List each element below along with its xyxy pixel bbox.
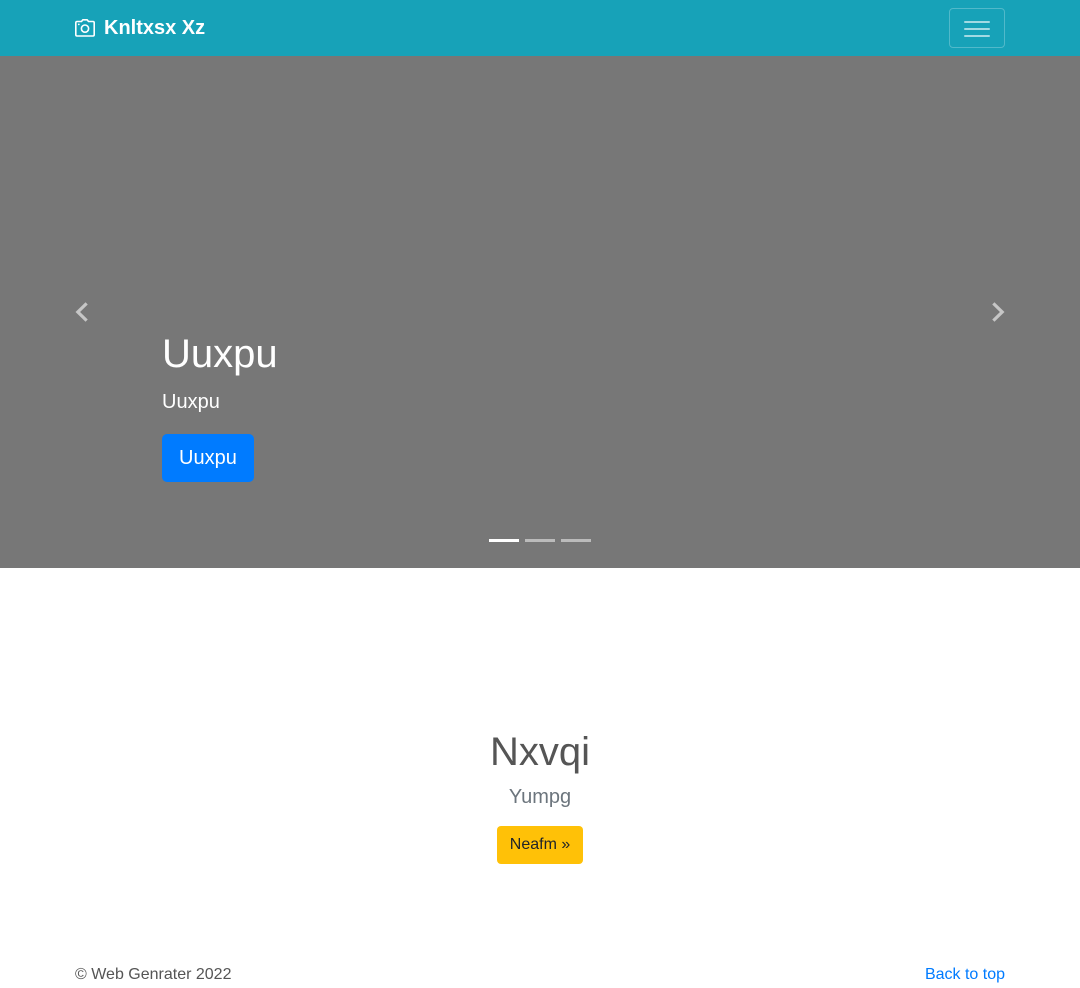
carousel-prev-control[interactable] [0, 56, 164, 568]
feature-subtitle: Yumpg [508, 786, 572, 808]
hero-carousel: Uuxpu Uuxpu Uuxpu [0, 56, 1080, 568]
feature-section: Nxvqi Yumpg Neafm » [0, 728, 1080, 864]
carousel-indicator-2[interactable] [525, 539, 555, 542]
carousel-next-control[interactable] [916, 56, 1080, 568]
slide-cta-button[interactable]: Uuxpu [162, 434, 254, 482]
slide-subtitle: Uuxpu [162, 391, 220, 413]
carousel-indicator-3[interactable] [561, 539, 591, 542]
navbar: Knltxsx Xz [0, 0, 1080, 56]
navbar-toggler-button[interactable] [949, 8, 1005, 48]
carousel-indicators [489, 539, 597, 542]
feature-title: Nxvqi [489, 730, 591, 774]
footer-copyright: © Web Genrater 2022 [75, 966, 232, 983]
brand-link[interactable]: Knltxsx Xz [75, 14, 205, 42]
brand-name: Knltxsx Xz [104, 16, 206, 39]
back-to-top-link[interactable]: Back to top [925, 966, 1005, 984]
chevron-left-icon [75, 302, 88, 322]
feature-button[interactable]: Neafm » [496, 826, 584, 864]
camera-icon [75, 19, 95, 37]
carousel-caption: Uuxpu Uuxpu Uuxpu [162, 330, 762, 482]
hamburger-icon [964, 20, 992, 38]
slide-title: Uuxpu [162, 332, 278, 376]
carousel-indicator-1[interactable] [489, 539, 519, 542]
chevron-right-icon [992, 302, 1005, 322]
